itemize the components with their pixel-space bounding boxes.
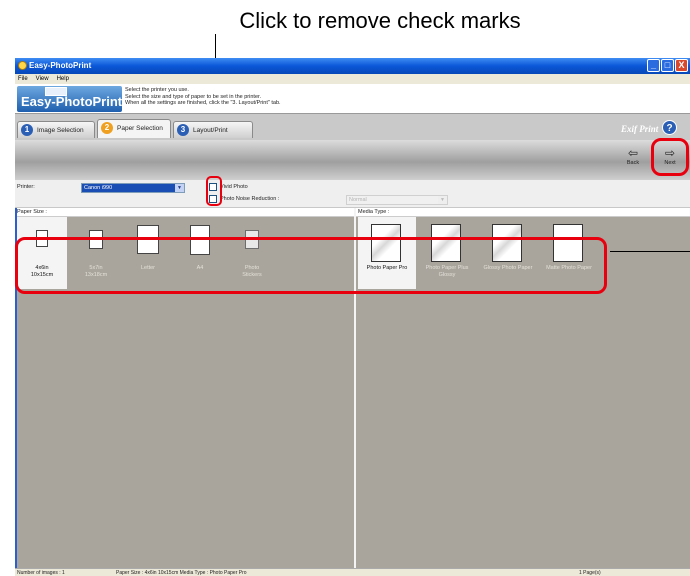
tab-label: Paper Selection <box>117 125 163 132</box>
panel-divider <box>354 208 356 568</box>
instructions: Select the printer you use. Select the s… <box>125 87 281 107</box>
paper-icon <box>137 225 159 254</box>
media-type-header: Media Type : <box>356 208 690 217</box>
chevron-down-icon: ▼ <box>438 196 447 204</box>
paper-size-label: Letter <box>140 265 156 271</box>
title-bar: Easy-PhotoPrint _ □ X <box>15 58 690 74</box>
header-banner: Easy-PhotoPrint Select the printer you u… <box>15 84 690 114</box>
paper-size-label: 4x6in 10x15cm <box>30 265 54 278</box>
annotation-caption: Click to remove check marks <box>239 8 521 33</box>
next-label: Next <box>664 160 676 166</box>
noise-reduction-label: Photo Noise Reduction : <box>220 196 280 202</box>
media-type-label: Photo Paper Pro <box>366 265 408 271</box>
status-pages: 1 Page(s) <box>579 570 601 576</box>
menu-file[interactable]: File <box>18 76 28 84</box>
media-photo-paper-plus-glossy[interactable]: Photo Paper Plus Glossy <box>418 217 476 289</box>
paper-icon <box>89 230 103 249</box>
printer-label: Printer: <box>17 184 35 190</box>
app-logo: Easy-PhotoPrint <box>17 86 122 112</box>
paper-size-empty-area <box>15 293 354 568</box>
panel-edge <box>15 208 17 568</box>
step-3-icon: 3 <box>177 124 189 136</box>
paper-size-4x6[interactable]: 4x6in 10x15cm <box>17 217 67 289</box>
help-button[interactable]: ? <box>662 120 677 135</box>
paper-size-label: 5x7in 13x18cm <box>84 265 108 278</box>
app-icon <box>18 61 27 70</box>
app-window: Easy-PhotoPrint _ □ X File View Help Eas… <box>15 58 690 576</box>
menu-help[interactable]: Help <box>57 76 69 84</box>
media-photo-paper-pro[interactable]: Photo Paper Pro <box>358 217 416 289</box>
status-image-count: Number of images : 1 <box>17 570 65 576</box>
step-1-icon: 1 <box>21 124 33 136</box>
step-tabs: 1 Image Selection 2 Paper Selection 3 La… <box>15 114 690 140</box>
navigation-toolbar: ⇦ Back ⇨ Next <box>15 140 690 180</box>
back-button[interactable]: ⇦ Back <box>619 146 647 174</box>
media-glossy-photo-paper[interactable]: Glossy Photo Paper <box>478 217 538 289</box>
minimize-button[interactable]: _ <box>647 59 660 72</box>
printer-select[interactable]: Canon i990 ▼ <box>81 183 185 193</box>
annotation-pointer-line <box>610 251 690 252</box>
noise-level-select: Normal ▼ <box>346 195 448 205</box>
paper-size-5x7[interactable]: 5x7in 13x18cm <box>71 217 121 289</box>
menu-view[interactable]: View <box>36 76 49 84</box>
printer-value: Canon i990 <box>84 185 113 191</box>
back-label: Back <box>626 160 640 166</box>
menu-bar: File View Help <box>15 74 690 84</box>
back-arrow-icon: ⇦ <box>627 146 639 160</box>
tab-paper-selection[interactable]: 2 Paper Selection <box>97 119 171 138</box>
paper-size-letter[interactable]: Letter <box>123 217 173 289</box>
next-button[interactable]: ⇨ Next <box>656 146 684 174</box>
status-selection: Paper Size : 4x6in 10x15cm Media Type : … <box>116 570 247 576</box>
exif-print-logo: Exif Print <box>621 124 659 134</box>
paper-size-photo-stickers[interactable]: Photo Stickers <box>227 217 277 289</box>
tab-layout-print[interactable]: 3 Layout/Print <box>173 121 253 138</box>
instruction-line: When all the settings are finished, clic… <box>125 100 281 106</box>
vivid-photo-checkbox[interactable] <box>209 183 217 191</box>
glossy-paper-icon <box>431 224 461 262</box>
paper-icon <box>190 225 210 255</box>
glossy-paper-icon <box>492 224 522 262</box>
media-type-label: Photo Paper Plus Glossy <box>425 265 469 278</box>
logo-text: Easy-PhotoPrint <box>21 94 123 109</box>
window-title: Easy-PhotoPrint <box>29 61 92 70</box>
status-bar: Number of images : 1 Paper Size : 4x6in … <box>15 568 690 576</box>
vivid-photo-label: Vivid Photo <box>220 184 248 190</box>
step-2-icon: 2 <box>101 122 113 134</box>
tab-label: Layout/Print <box>193 127 228 134</box>
maximize-button[interactable]: □ <box>661 59 674 72</box>
paper-size-list: 4x6in 10x15cm 5x7in 13x18cm Letter A4 Ph… <box>15 217 354 293</box>
next-arrow-icon: ⇨ <box>664 146 676 160</box>
noise-level-value: Normal <box>349 197 367 203</box>
matte-paper-icon <box>553 224 583 262</box>
window-controls: _ □ X <box>647 59 688 72</box>
sticker-icon <box>245 230 259 249</box>
paper-size-a4[interactable]: A4 <box>175 217 225 289</box>
paper-size-label: A4 <box>196 265 204 271</box>
glossy-paper-icon <box>371 224 401 262</box>
chevron-down-icon: ▼ <box>175 184 184 192</box>
media-type-empty-area <box>356 293 690 568</box>
media-type-label: Matte Photo Paper <box>546 265 592 271</box>
paper-icon <box>36 230 48 247</box>
paper-size-label: Photo Stickers <box>242 265 262 278</box>
tab-image-selection[interactable]: 1 Image Selection <box>17 121 95 138</box>
media-type-label: Glossy Photo Paper <box>483 265 533 271</box>
print-settings: Printer: Canon i990 ▼ Vivid Photo Photo … <box>15 180 690 208</box>
media-type-list: Photo Paper Pro Photo Paper Plus Glossy … <box>356 217 690 293</box>
noise-reduction-checkbox[interactable] <box>209 195 217 203</box>
tab-label: Image Selection <box>37 127 84 134</box>
media-matte-photo-paper[interactable]: Matte Photo Paper <box>540 217 598 289</box>
close-button[interactable]: X <box>675 59 688 72</box>
paper-size-header: Paper Size : <box>15 208 354 217</box>
